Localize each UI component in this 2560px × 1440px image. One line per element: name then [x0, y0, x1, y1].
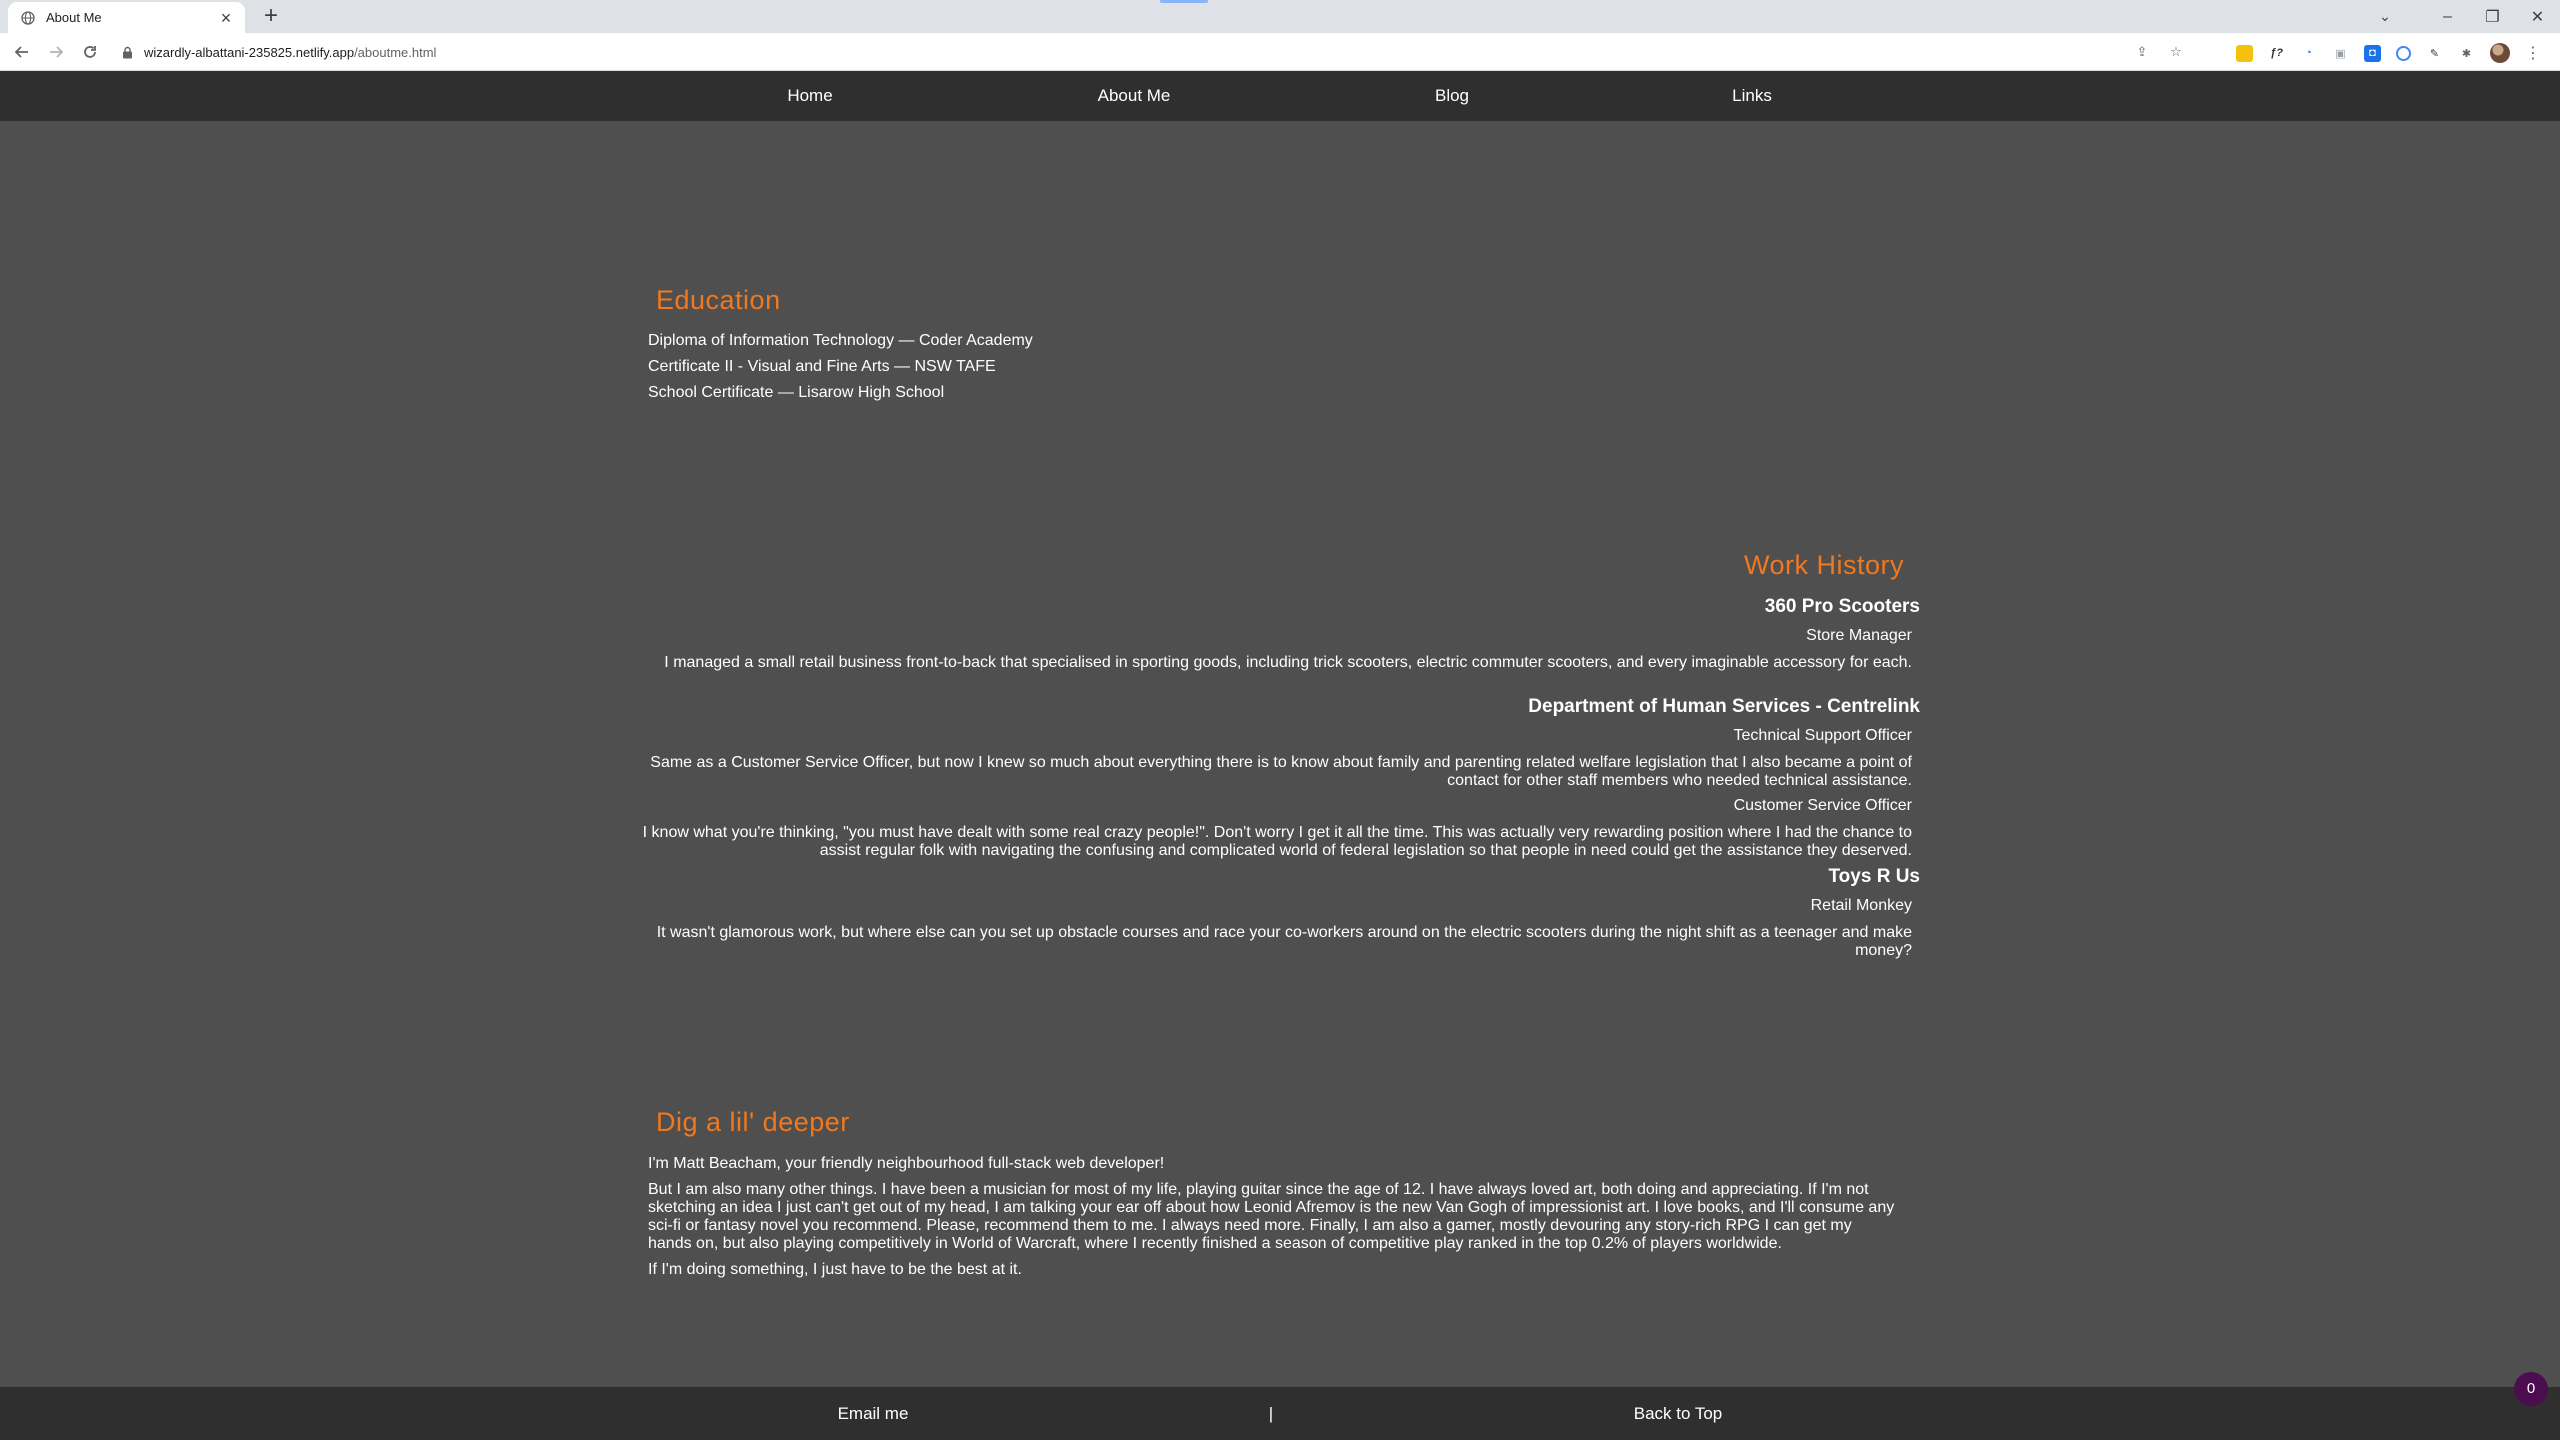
back-to-top-link[interactable]: Back to Top [1634, 1387, 1723, 1440]
extension-icon[interactable]: ▣ [2332, 45, 2349, 62]
window-close-icon[interactable]: ✕ [2515, 7, 2560, 27]
role-description: It wasn't glamorous work, but where else… [656, 924, 1912, 959]
site-footer: Email me | Back to Top [0, 1387, 2560, 1440]
tab-title: About Me [46, 10, 102, 25]
education-item: Certificate II - Visual and Fine Arts — … [648, 358, 996, 375]
extension-icon[interactable] [2236, 44, 2253, 62]
education-heading: Education [656, 285, 781, 315]
extension-icon[interactable]: ✎ [2426, 45, 2443, 62]
forward-icon[interactable] [42, 38, 70, 66]
reload-icon[interactable] [76, 38, 104, 66]
globe-icon [20, 10, 36, 26]
avatar[interactable] [2490, 43, 2510, 63]
nav-about-me[interactable]: About Me [1098, 71, 1171, 121]
browser-tab[interactable]: About Me × [8, 2, 245, 33]
bio-paragraph: But I am also many other things. I have … [648, 1181, 1895, 1252]
intro-paragraph: I'm Matt Beacham, your friendly neighbou… [648, 1155, 1165, 1172]
email-link[interactable]: Email me [838, 1387, 909, 1440]
role-description: I managed a small retail business front-… [664, 654, 1912, 671]
education-item: School Certificate — Lisarow High School [648, 384, 945, 401]
back-icon[interactable] [8, 38, 36, 66]
extensions-icon[interactable]: ✱ [2458, 45, 2475, 62]
minimize-icon[interactable]: – [2425, 8, 2470, 26]
window-controls: ⌄ – ❐ ✕ [2365, 0, 2560, 33]
role-title: Store Manager [1806, 627, 1912, 644]
deeper-heading: Dig a lil' deeper [656, 1107, 850, 1137]
role-description: Same as a Customer Service Officer, but … [650, 754, 1912, 789]
browser-tabstrip: About Me × + ⌄ – ❐ ✕ [0, 0, 2560, 33]
star-icon[interactable]: ☆ [2168, 44, 2184, 60]
url-text: wizardly-albattani-235825.netlify.app/ab… [144, 45, 436, 60]
tab-indicator [1160, 0, 1208, 3]
restore-icon[interactable]: ❐ [2470, 7, 2515, 27]
plus-icon[interactable]: + [258, 4, 284, 30]
close-icon[interactable]: × [217, 9, 235, 27]
extension-icon[interactable]: ◔ [2300, 45, 2317, 62]
employer-name: Toys R Us [1828, 866, 1920, 887]
share-icon[interactable]: ⇪ [2134, 44, 2150, 60]
employer-name: Department of Human Services - Centrelin… [1528, 696, 1920, 717]
nav-blog[interactable]: Blog [1435, 71, 1469, 121]
footer-separator: | [1268, 1404, 1274, 1423]
nav-links[interactable]: Links [1732, 71, 1772, 121]
chevron-down-icon[interactable]: ⌄ [2365, 8, 2405, 25]
education-item: Diploma of Information Technology — Code… [648, 332, 1033, 349]
browser-toolbar: wizardly-albattani-235825.netlify.app/ab… [0, 33, 2560, 71]
notification-badge[interactable]: 0 [2514, 1372, 2548, 1406]
role-description: I know what you're thinking, "you must h… [642, 824, 1912, 859]
role-title: Customer Service Officer [1733, 797, 1912, 814]
closing-paragraph: If I'm doing something, I just have to b… [648, 1261, 1022, 1278]
address-bar[interactable]: wizardly-albattani-235825.netlify.app/ab… [108, 37, 2198, 67]
role-title: Retail Monkey [1810, 897, 1912, 914]
url-host: wizardly-albattani-235825.netlify.app [144, 44, 355, 60]
nav-home[interactable]: Home [787, 71, 832, 121]
site-nav: Home About Me Blog Links [0, 71, 2560, 121]
url-path: /aboutme.html [354, 44, 437, 60]
role-title: Technical Support Officer [1733, 727, 1912, 744]
extension-bar: ƒ? ◔ ▣ ◘ ✎ ✱ ⋮ [2236, 43, 2541, 63]
extension-icon[interactable]: ◘ [2364, 44, 2381, 62]
lock-icon[interactable] [120, 45, 134, 59]
employer-name: 360 Pro Scooters [1764, 596, 1920, 617]
menu-icon[interactable]: ⋮ [2525, 43, 2541, 63]
work-history-heading: Work History [1743, 550, 1904, 580]
function-icon[interactable]: ƒ? [2268, 45, 2285, 62]
extension-icon[interactable] [2396, 45, 2411, 61]
